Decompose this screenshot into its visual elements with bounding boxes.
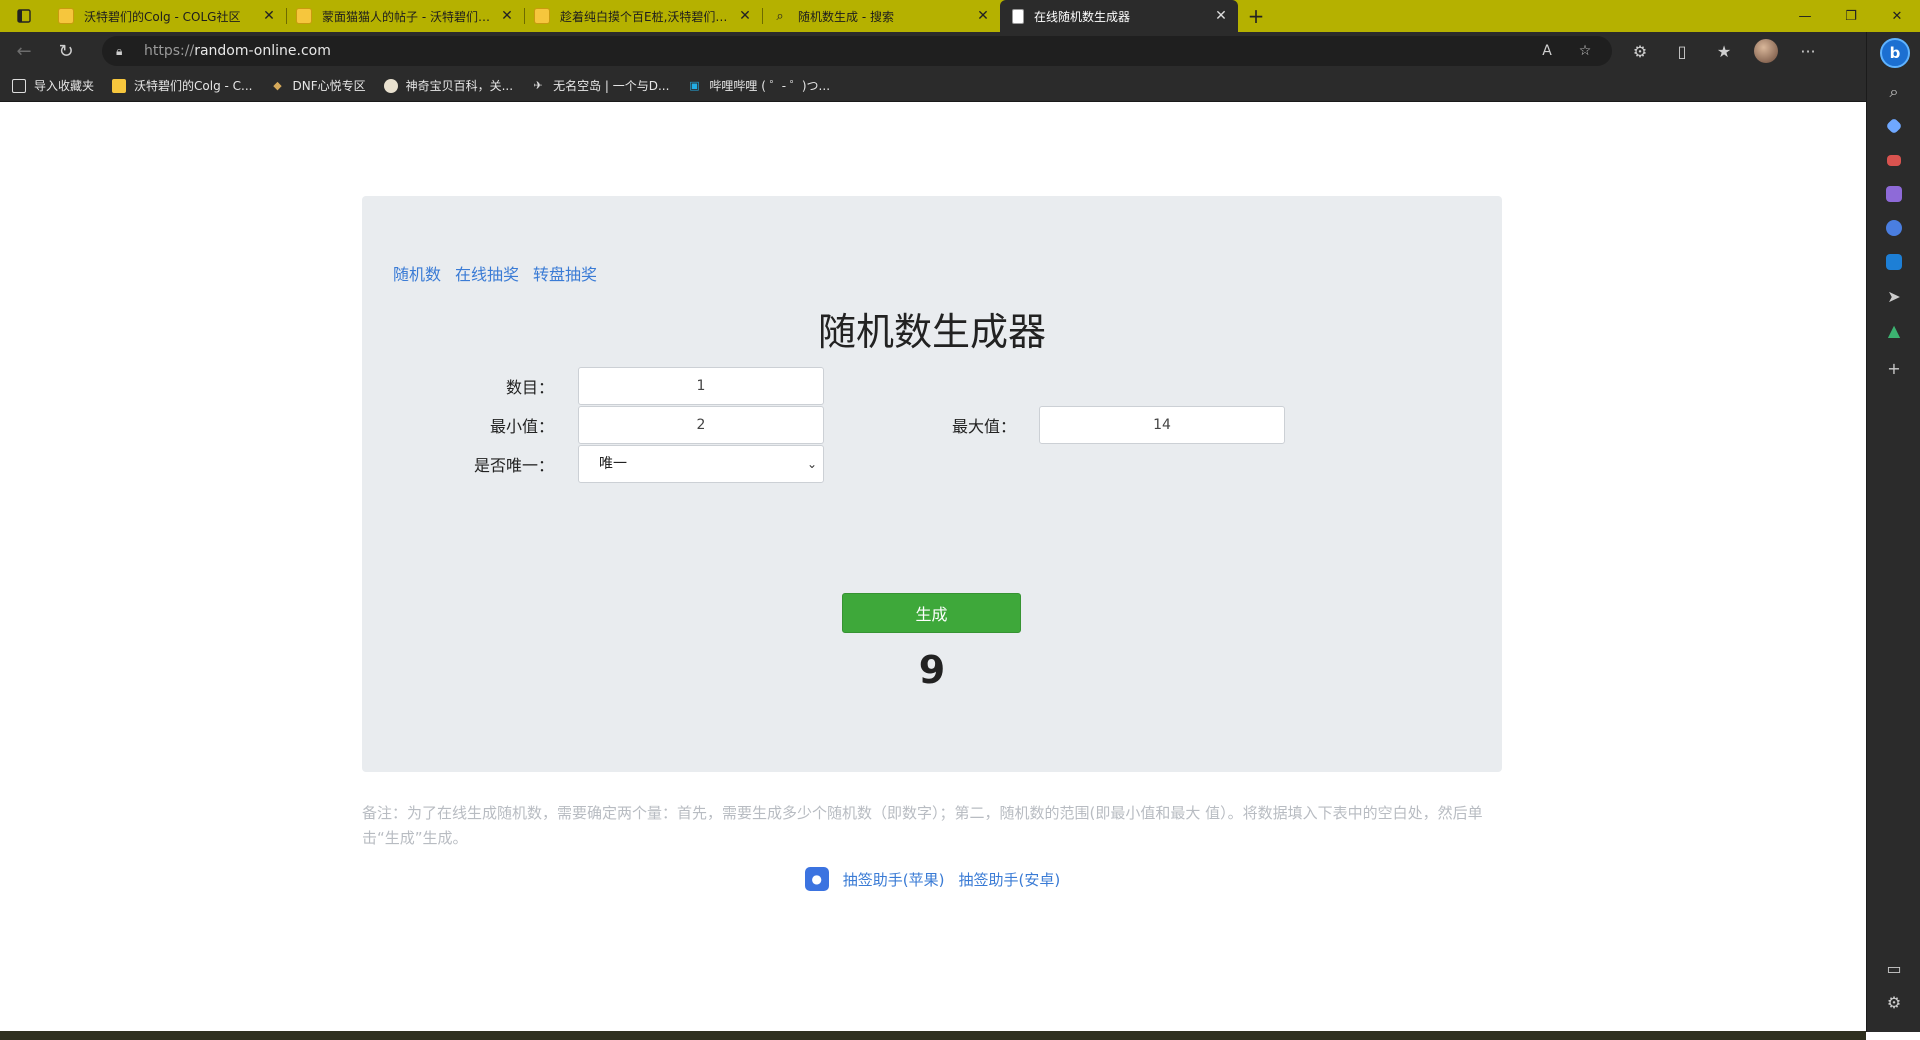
page-viewport: 随机数 在线抽奖 转盘抽奖 随机数生成器 数目： 1 最小值： 2 最大值： 1… bbox=[0, 103, 1865, 1031]
android-app-link[interactable]: 抽签助手(安卓) bbox=[959, 869, 1061, 890]
close-icon[interactable]: ✕ bbox=[974, 8, 992, 24]
new-tab-button[interactable]: + bbox=[1238, 0, 1274, 32]
usage-note: 备注：为了在线生成随机数，需要确定两个量：首先，需要生成多少个随机数（即数字）；… bbox=[362, 804, 1483, 847]
page-icon bbox=[1012, 8, 1024, 24]
favorites-icon[interactable]: ★ bbox=[1706, 42, 1742, 61]
nav-link-wheel[interactable]: 转盘抽奖 bbox=[533, 261, 597, 285]
tab-title: 蒙面猫猫人的帖子 - 沃特碧们的Colg bbox=[322, 9, 498, 24]
close-icon[interactable]: ✕ bbox=[1212, 8, 1230, 24]
favorite-label: DNF心悦专区 bbox=[292, 79, 366, 93]
island-icon: ✈ bbox=[533, 79, 543, 92]
min-input[interactable]: 2 bbox=[578, 406, 824, 444]
tab-title: 沃特碧们的Colg - COLG社区 bbox=[84, 9, 241, 24]
favorite-pokemon[interactable]: 神奇宝贝百科，关... bbox=[383, 77, 514, 94]
dnf-icon: ◆ bbox=[273, 79, 282, 92]
app-logo-icon: ● bbox=[804, 867, 829, 891]
search-icon: ⌕ bbox=[776, 8, 784, 24]
tab-title: 随机数生成 - 搜索 bbox=[798, 9, 894, 24]
settings-gear-icon[interactable]: ⚙ bbox=[1880, 988, 1908, 1016]
chevron-down-icon: ⌄ bbox=[806, 457, 817, 471]
lock-icon: 🔒︎ bbox=[116, 43, 123, 58]
send-icon[interactable]: ➤ bbox=[1880, 282, 1908, 310]
window-close-button[interactable]: ✕ bbox=[1874, 0, 1920, 32]
favorite-bilibili[interactable]: ▣ 哔哩哔哩 ( ゜- ゜)つ... bbox=[687, 77, 830, 94]
result-value: 9 bbox=[918, 648, 946, 692]
folder-icon bbox=[12, 78, 26, 93]
close-icon[interactable]: ✕ bbox=[736, 8, 754, 24]
favorites-bar: 导入收藏夹 沃特碧们的Colg - C... ◆ DNF心悦专区 神奇宝贝百科，… bbox=[0, 70, 1866, 102]
unique-select-value: 唯一 bbox=[599, 456, 627, 472]
split-screen-icon[interactable]: ▯ bbox=[1664, 42, 1700, 61]
unique-label: 是否唯一： bbox=[473, 456, 554, 475]
add-favorite-icon[interactable]: ☆ bbox=[1570, 43, 1600, 59]
tree-icon[interactable]: ▲ bbox=[1880, 316, 1908, 344]
tab-actions-icon bbox=[17, 9, 31, 23]
games-icon[interactable] bbox=[1880, 180, 1908, 208]
bing-copilot-icon[interactable]: b bbox=[1880, 38, 1910, 68]
tab-title: 在线随机数生成器 bbox=[1034, 9, 1131, 24]
search-icon[interactable]: ⌕ bbox=[1880, 78, 1908, 106]
read-aloud-icon[interactable]: A bbox=[1532, 43, 1562, 59]
colg-favicon bbox=[112, 78, 127, 93]
back-button[interactable]: ← bbox=[6, 36, 42, 66]
colg-favicon bbox=[58, 8, 74, 24]
close-icon[interactable]: ✕ bbox=[498, 8, 516, 24]
close-icon[interactable]: ✕ bbox=[260, 8, 278, 24]
generator-panel: 随机数 在线抽奖 转盘抽奖 随机数生成器 数目： 1 最小值： 2 最大值： 1… bbox=[362, 196, 1502, 772]
pokemon-icon bbox=[383, 78, 398, 93]
tab-search[interactable]: ⌕ 随机数生成 - 搜索 ✕ bbox=[762, 0, 1000, 32]
tools-icon[interactable] bbox=[1880, 146, 1908, 174]
url-scheme: https:// bbox=[144, 43, 195, 59]
favorite-label: 沃特碧们的Colg - C... bbox=[134, 79, 253, 93]
max-input[interactable]: 14 bbox=[1039, 406, 1285, 444]
ios-app-link[interactable]: 抽签助手(苹果) bbox=[843, 869, 945, 890]
outlook-icon[interactable] bbox=[1880, 248, 1908, 276]
more-menu-icon[interactable]: ··· bbox=[1790, 42, 1826, 61]
nav-link-lottery[interactable]: 在线抽奖 bbox=[455, 261, 519, 285]
max-label: 最大值： bbox=[951, 417, 1016, 436]
profile-avatar[interactable] bbox=[1754, 39, 1778, 63]
tab-colg-home[interactable]: 沃特碧们的Colg - COLG社区 ✕ bbox=[48, 0, 286, 32]
app-links: ● 抽签助手(苹果) 抽签助手(安卓) bbox=[0, 867, 1865, 891]
window-controls: — ❐ ✕ bbox=[1782, 0, 1920, 32]
favorite-dnf[interactable]: ◆ DNF心悦专区 bbox=[270, 77, 365, 94]
tab-colg-thread[interactable]: 趁着纯白摸个百E桩,沃特碧们的Colg ✕ bbox=[524, 0, 762, 32]
refresh-button[interactable]: ↻ bbox=[48, 36, 84, 66]
favorite-import[interactable]: 导入收藏夹 bbox=[12, 77, 94, 94]
shopping-tag-icon[interactable] bbox=[1880, 112, 1908, 140]
count-label: 数目： bbox=[505, 378, 554, 397]
bilibili-icon: ▣ bbox=[689, 79, 700, 92]
favorite-colg[interactable]: 沃特碧们的Colg - C... bbox=[112, 77, 252, 94]
generate-button[interactable]: 生成 bbox=[842, 593, 1021, 633]
count-input[interactable]: 1 bbox=[578, 367, 824, 405]
sidebar-toggle-icon[interactable]: ▭ bbox=[1880, 954, 1908, 982]
page-title: 随机数生成器 bbox=[817, 310, 1046, 354]
page-nav: 随机数 在线抽奖 转盘抽奖 bbox=[393, 261, 597, 285]
tab-actions-button[interactable] bbox=[0, 0, 48, 32]
favorite-label: 无名空岛 | 一个与D... bbox=[553, 79, 670, 93]
tab-title: 趁着纯白摸个百E桩,沃特碧们的Colg bbox=[560, 9, 736, 24]
tab-random-generator[interactable]: 在线随机数生成器 ✕ bbox=[1000, 0, 1238, 32]
favorite-label: 导入收藏夹 bbox=[34, 79, 95, 93]
min-label: 最小值： bbox=[489, 417, 554, 436]
unique-select[interactable]: 唯一 ⌄ bbox=[578, 445, 824, 483]
minimize-button[interactable]: — bbox=[1782, 0, 1828, 32]
tab-strip: 沃特碧们的Colg - COLG社区 ✕ 蒙面猫猫人的帖子 - 沃特碧们的Col… bbox=[0, 0, 1920, 32]
tab-colg-post[interactable]: 蒙面猫猫人的帖子 - 沃特碧们的Colg ✕ bbox=[286, 0, 524, 32]
favorite-label: 哔哩哔哩 ( ゜- ゜)つ... bbox=[709, 79, 831, 93]
nav-link-random[interactable]: 随机数 bbox=[393, 261, 441, 285]
favorite-label: 神奇宝贝百科，关... bbox=[405, 79, 514, 93]
address-toolbar: ← ↻ 🔒︎ https://random-online.com A ☆ ⚙ ▯… bbox=[0, 32, 1866, 70]
address-bar[interactable]: 🔒︎ https://random-online.com A ☆ bbox=[102, 36, 1612, 66]
favorite-island[interactable]: ✈ 无名空岛 | 一个与D... bbox=[531, 77, 669, 94]
restore-button[interactable]: ❐ bbox=[1828, 0, 1874, 32]
microsoft-365-icon[interactable] bbox=[1880, 214, 1908, 242]
colg-favicon bbox=[534, 8, 550, 24]
colg-favicon bbox=[296, 8, 312, 24]
edge-sidebar: b ⌕ ➤ ▲ + ▭ ⚙ bbox=[1866, 32, 1920, 1032]
extensions-icon[interactable]: ⚙ bbox=[1622, 42, 1658, 61]
add-icon[interactable]: + bbox=[1880, 354, 1908, 382]
url-host: random-online.com bbox=[194, 43, 331, 59]
taskbar-edge bbox=[0, 1031, 1866, 1040]
